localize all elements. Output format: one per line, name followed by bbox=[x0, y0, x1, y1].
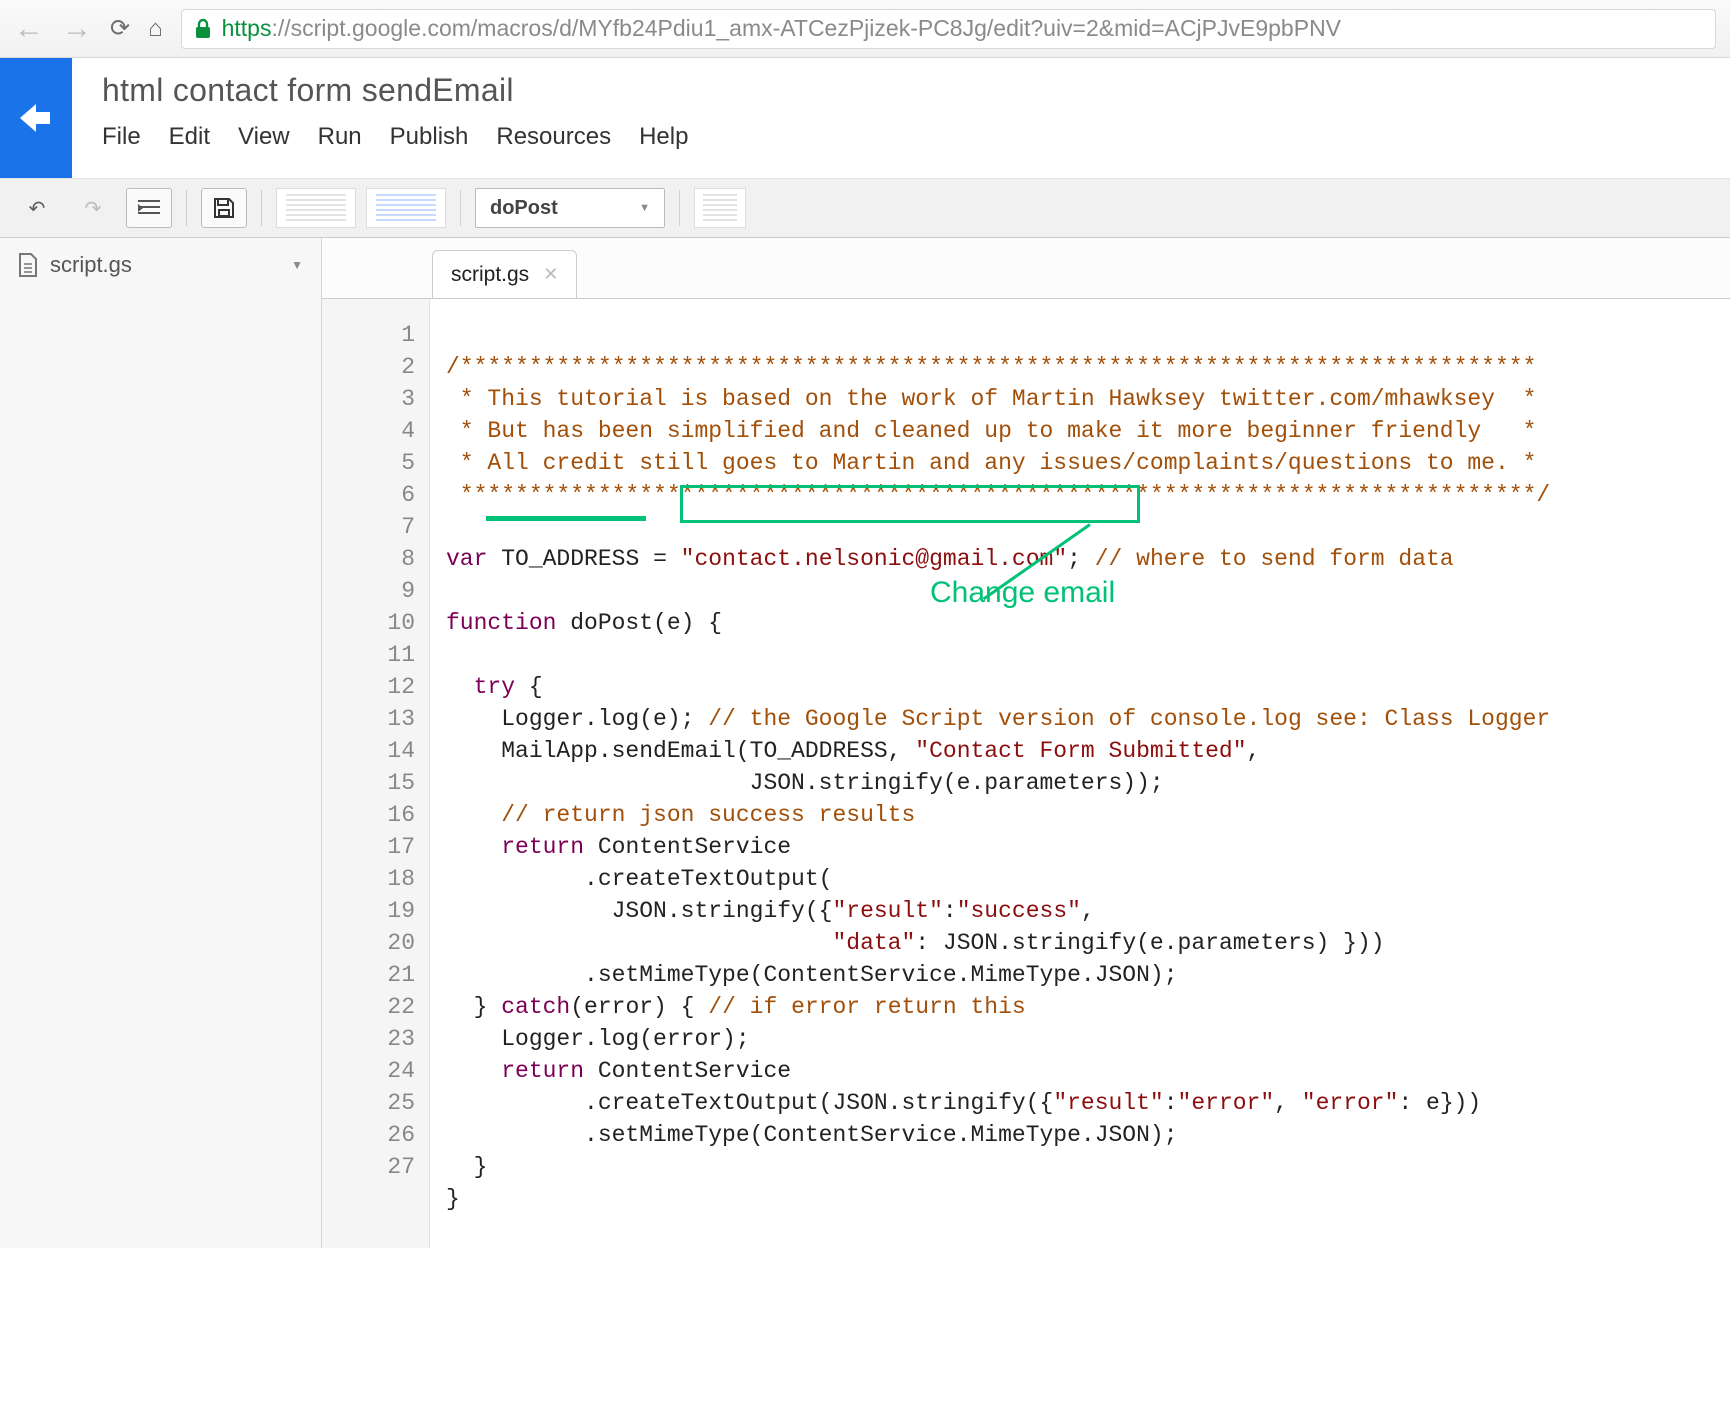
save-button[interactable] bbox=[201, 188, 247, 228]
home-icon[interactable]: ⌂ bbox=[148, 15, 163, 43]
code-content[interactable]: /***************************************… bbox=[430, 299, 1730, 1248]
back-icon[interactable]: ← bbox=[14, 14, 44, 44]
preview-thumb-3[interactable] bbox=[694, 188, 746, 228]
toolbar: ↶ ↷ doPost ▼ bbox=[0, 178, 1730, 238]
file-sidebar: script.gs ▼ bbox=[0, 238, 322, 1248]
menu-edit[interactable]: Edit bbox=[169, 123, 210, 151]
browser-bar: ← → ⟳ ⌂ https://script.google.com/macros… bbox=[0, 0, 1730, 58]
annotation-underline bbox=[486, 516, 646, 521]
function-dropdown-label: doPost bbox=[490, 197, 558, 220]
annotation-label: Change email bbox=[930, 577, 1115, 609]
preview-thumb-2[interactable] bbox=[366, 188, 446, 228]
tab-label: script.gs bbox=[451, 263, 529, 287]
app-logo[interactable] bbox=[0, 58, 72, 178]
menu-help[interactable]: Help bbox=[639, 123, 688, 151]
address-bar[interactable]: https://script.google.com/macros/d/MYfb2… bbox=[181, 9, 1716, 49]
chevron-down-icon: ▼ bbox=[291, 258, 303, 272]
menu-run[interactable]: Run bbox=[318, 123, 362, 151]
menu-view[interactable]: View bbox=[238, 123, 290, 151]
file-icon bbox=[18, 253, 38, 277]
project-title[interactable]: html contact form sendEmail bbox=[102, 72, 688, 109]
indent-button[interactable] bbox=[126, 188, 172, 228]
menu-bar: File Edit View Run Publish Resources Hel… bbox=[102, 123, 688, 151]
reload-icon[interactable]: ⟳ bbox=[110, 14, 130, 43]
app-header: html contact form sendEmail File Edit Vi… bbox=[0, 58, 1730, 178]
tab-script[interactable]: script.gs ✕ bbox=[432, 250, 577, 298]
main-area: script.gs ▼ script.gs ✕ 1 2 3 4 5 6 7 8 … bbox=[0, 238, 1730, 1248]
tab-strip: script.gs ✕ bbox=[322, 238, 1730, 298]
undo-button[interactable]: ↶ bbox=[14, 188, 60, 228]
chevron-down-icon: ▼ bbox=[639, 202, 650, 214]
close-icon[interactable]: ✕ bbox=[543, 264, 558, 285]
lock-icon bbox=[194, 18, 212, 40]
menu-resources[interactable]: Resources bbox=[496, 123, 611, 151]
code-editor[interactable]: 1 2 3 4 5 6 7 8 9 10 11 12 13 14 15 16 1… bbox=[322, 298, 1730, 1248]
menu-publish[interactable]: Publish bbox=[390, 123, 469, 151]
redo-button[interactable]: ↷ bbox=[70, 188, 116, 228]
line-gutter: 1 2 3 4 5 6 7 8 9 10 11 12 13 14 15 16 1… bbox=[322, 299, 430, 1248]
forward-icon[interactable]: → bbox=[62, 14, 92, 44]
editor-area: script.gs ✕ 1 2 3 4 5 6 7 8 9 10 11 12 1… bbox=[322, 238, 1730, 1248]
sidebar-file-label: script.gs bbox=[50, 252, 132, 278]
function-dropdown[interactable]: doPost ▼ bbox=[475, 188, 665, 228]
menu-file[interactable]: File bbox=[102, 123, 141, 151]
sidebar-file[interactable]: script.gs ▼ bbox=[18, 252, 303, 278]
preview-thumb-1[interactable] bbox=[276, 188, 356, 228]
url-text: https://script.google.com/macros/d/MYfb2… bbox=[222, 15, 1341, 42]
